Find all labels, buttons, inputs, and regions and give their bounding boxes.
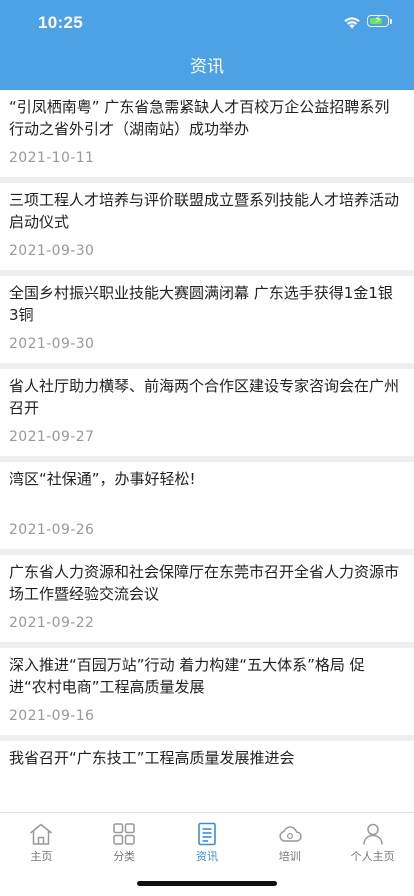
news-item[interactable]: 全国乡村振兴职业技能大赛圆满闭幕 广东选手获得1金1银3铜 2021-09-30 <box>0 276 414 363</box>
news-item[interactable]: 三项工程人才培养与评价联盟成立暨系列技能人才培养活动启动仪式 2021-09-3… <box>0 183 414 270</box>
tab-news[interactable]: 资讯 <box>166 813 249 867</box>
tab-label: 资讯 <box>195 850 218 863</box>
news-title: 全国乡村振兴职业技能大赛圆满闭幕 广东选手获得1金1银3铜 <box>9 284 393 324</box>
news-item[interactable]: 省人社厅助力横琴、前海两个合作区建设专家咨询会在广州召开 2021-09-27 <box>0 369 414 456</box>
news-item[interactable]: 广东省人力资源和社会保障厅在东莞市召开全省人力资源市场工作暨经验交流会议 202… <box>0 555 414 642</box>
person-icon <box>362 823 383 845</box>
home-indicator[interactable] <box>137 881 277 886</box>
news-date: 2021-09-22 <box>9 615 95 631</box>
battery-cap <box>390 19 392 24</box>
status-bar: 10:25 ⚡ <box>0 0 414 44</box>
tab-training[interactable]: 培训 <box>248 813 331 867</box>
tab-category[interactable]: 分类 <box>83 813 166 867</box>
news-date: 2021-09-16 <box>9 708 95 724</box>
tab-home[interactable]: 主页 <box>0 813 83 867</box>
news-title: 广东省人力资源和社会保障厅在东莞市召开全省人力资源市场工作暨经验交流会议 <box>9 563 400 603</box>
news-title: “引凤栖南粤” 广东省急需紧缺人才百校万企公益招聘系列行动之省外引才（湖南站）成… <box>9 98 390 138</box>
app-header: 10:25 ⚡ 资讯 <box>0 0 414 90</box>
wifi-icon <box>344 17 360 29</box>
page-title: 资讯 <box>190 57 224 77</box>
news-item[interactable]: 湾区“社保通”，办事好轻松! 2021-09-26 <box>0 462 414 549</box>
news-date: 2021-10-11 <box>9 150 95 166</box>
news-date: 2021-09-30 <box>9 243 95 259</box>
news-list: “引凤栖南粤” 广东省急需紧缺人才百校万企公益招聘系列行动之省外引才（湖南站）成… <box>0 90 414 834</box>
news-title: 湾区“社保通”，办事好轻松! <box>9 470 196 488</box>
grid-icon <box>113 823 135 845</box>
news-date: 2021-09-26 <box>9 522 95 538</box>
tab-label: 个人主页 <box>350 850 395 863</box>
tab-label: 培训 <box>278 850 301 863</box>
tab-label: 分类 <box>113 850 136 863</box>
home-icon <box>30 823 53 845</box>
news-item[interactable]: 深入推进“百园万站”行动 着力构建“五大体系”格局 促进“农村电商”工程高质量发… <box>0 648 414 735</box>
news-title: 三项工程人才培养与评价联盟成立暨系列技能人才培养活动启动仪式 <box>9 191 400 231</box>
charging-bolt-icon: ⚡ <box>374 13 382 26</box>
cloud-icon <box>279 826 302 842</box>
news-title: 我省召开“广东技工”工程高质量发展推进会 <box>9 749 295 767</box>
battery-icon: ⚡ <box>367 13 389 27</box>
news-title: 省人社厅助力横琴、前海两个合作区建设专家咨询会在广州召开 <box>9 377 400 417</box>
tab-profile[interactable]: 个人主页 <box>331 813 414 867</box>
news-date: 2021-09-30 <box>9 336 95 352</box>
status-time: 10:25 <box>38 13 83 32</box>
news-title: 深入推进“百园万站”行动 着力构建“五大体系”格局 促进“农村电商”工程高质量发… <box>9 656 365 696</box>
document-icon <box>198 822 216 846</box>
tab-label: 主页 <box>30 850 53 863</box>
news-date: 2021-09-27 <box>9 429 95 445</box>
news-item[interactable]: “引凤栖南粤” 广东省急需紧缺人才百校万企公益招聘系列行动之省外引才（湖南站）成… <box>0 90 414 177</box>
